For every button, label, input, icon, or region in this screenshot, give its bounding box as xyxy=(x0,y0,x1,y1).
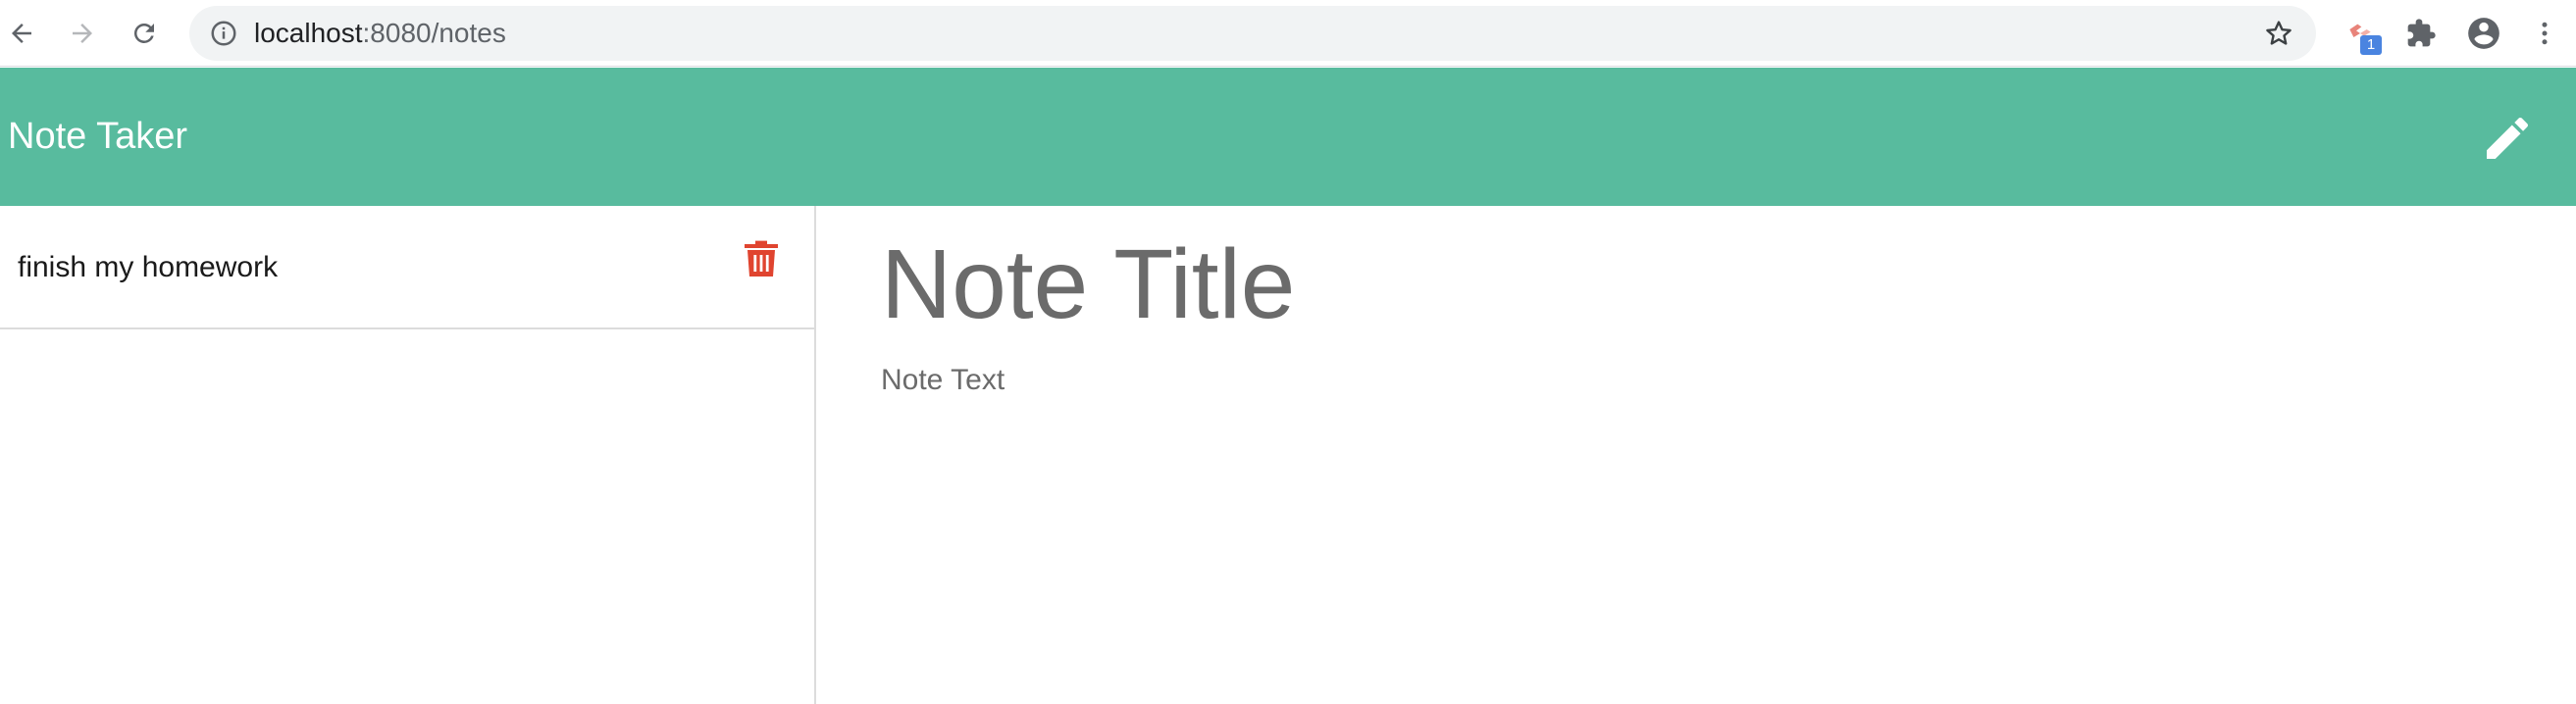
arrow-right-icon xyxy=(73,24,92,43)
reload-icon xyxy=(133,23,154,43)
extension-badge: 1 xyxy=(2360,35,2382,55)
extensions-button[interactable] xyxy=(2399,12,2443,55)
pencil-icon xyxy=(2487,117,2529,159)
more-vert-icon xyxy=(2542,22,2548,45)
back-button[interactable] xyxy=(0,12,43,55)
browser-menu-button[interactable] xyxy=(2523,12,2566,55)
list-item[interactable]: finish my homework xyxy=(0,206,814,329)
app-navbar: Note Taker xyxy=(0,68,2576,206)
note-title-input[interactable] xyxy=(881,226,2450,343)
new-note-button[interactable] xyxy=(2478,109,2537,168)
account-circle-icon xyxy=(2468,18,2499,49)
note-editor xyxy=(818,206,2576,704)
extension-button[interactable]: 1 xyxy=(2339,12,2382,55)
note-text-input[interactable] xyxy=(881,361,2450,655)
notes-list: finish my homework xyxy=(0,206,816,704)
url-text: localhost:8080/notes xyxy=(254,6,506,61)
reload-button[interactable] xyxy=(123,12,166,55)
puzzle-icon xyxy=(2407,19,2436,47)
profile-button[interactable] xyxy=(2462,12,2505,55)
app-brand[interactable]: Note Taker xyxy=(8,68,187,206)
delete-note-button[interactable] xyxy=(744,239,779,278)
url-host: localhost xyxy=(254,18,363,48)
note-item-title: finish my homework xyxy=(18,251,279,283)
url-path: :8080/notes xyxy=(362,18,506,48)
arrow-left-icon xyxy=(12,24,31,43)
address-bar[interactable]: localhost:8080/notes xyxy=(189,6,2316,61)
info-icon[interactable] xyxy=(209,19,238,48)
bookmark-star-icon[interactable] xyxy=(2263,18,2294,49)
browser-toolbar: localhost:8080/notes 1 xyxy=(0,0,2576,67)
forward-button[interactable] xyxy=(61,12,104,55)
trash-icon xyxy=(745,240,778,277)
